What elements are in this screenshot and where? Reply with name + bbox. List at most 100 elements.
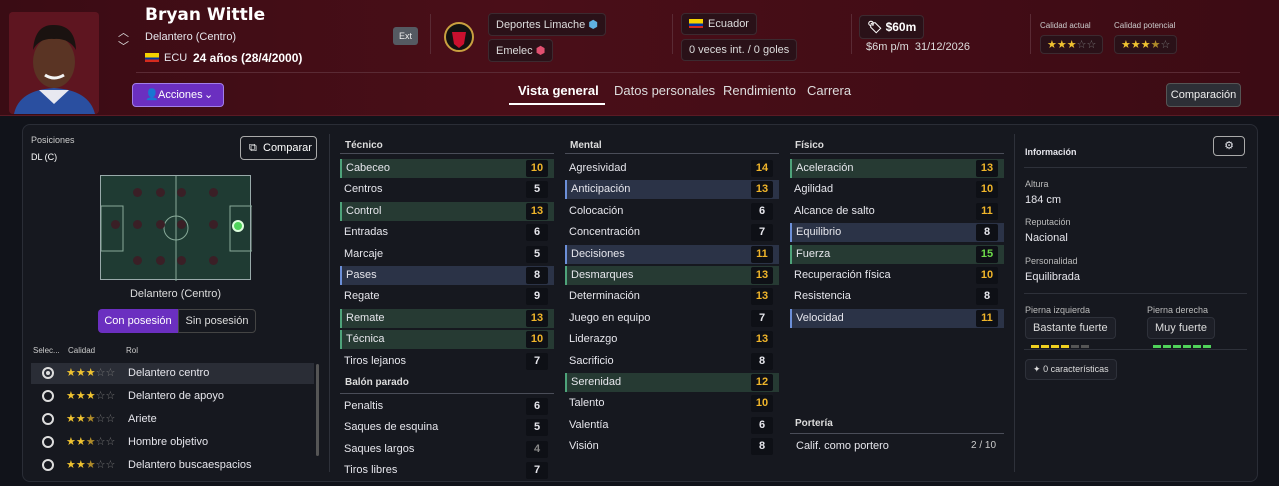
toggle-without-possession[interactable]: Sin posesión — [178, 309, 256, 333]
attribute-row[interactable]: Saques de esquina 5 — [340, 418, 554, 437]
attribute-row[interactable]: Concentración 7 — [565, 223, 779, 242]
height-label: Altura — [1025, 179, 1049, 189]
role-radio[interactable] — [42, 390, 54, 402]
info-title: Información — [1025, 147, 1077, 157]
attribute-value: 11 — [751, 245, 773, 263]
attribute-value: 4 — [526, 440, 548, 458]
attribute-value: 7 — [751, 224, 773, 242]
attribute-name: Recuperación física — [794, 269, 891, 281]
tab-career[interactable]: Carrera — [807, 83, 851, 98]
role-radio[interactable] — [42, 459, 54, 471]
attribute-row[interactable]: Cabeceo 10 — [340, 159, 554, 178]
role-row[interactable]: ★★★☆☆ Delantero de apoyo — [31, 386, 314, 407]
attribute-value: 7 — [751, 309, 773, 327]
tab-performance[interactable]: Rendimiento — [723, 83, 796, 98]
international-caps: 0 veces int. / 0 goles — [681, 39, 798, 61]
toggle-with-possession[interactable]: Con posesión — [98, 309, 178, 333]
tab-personal-data[interactable]: Datos personales — [614, 83, 715, 98]
attribute-value: 6 — [526, 398, 548, 415]
attribute-row[interactable]: Fuerza 15 — [790, 244, 1004, 264]
attribute-row[interactable]: Visión 8 — [565, 437, 779, 456]
attribute-row[interactable]: Serenidad 12 — [565, 373, 779, 392]
actions-button[interactable]: 👤 Acciones ⌄ — [132, 83, 224, 107]
attribute-row[interactable]: Resistencia 8 — [790, 287, 1004, 306]
ecuador-flag-icon — [145, 53, 159, 62]
nationality[interactable]: Ecuador — [681, 13, 757, 35]
attribute-value: 11 — [976, 309, 998, 327]
comparison-button[interactable]: Comparación — [1166, 83, 1241, 107]
role-row[interactable]: ★★★☆☆ Hombre objetivo — [31, 432, 314, 453]
club-secondary[interactable]: Emelec ⬢ — [488, 39, 554, 62]
traits-button[interactable]: ✦ 0 características — [1025, 359, 1117, 380]
col-role: Rol — [126, 346, 139, 355]
role-row[interactable]: ★★★☆☆ Ariete — [31, 409, 314, 430]
attribute-row[interactable]: Tiros libres 7 — [340, 461, 554, 480]
active-tab-indicator — [509, 103, 605, 105]
attribute-name: Colocación — [569, 204, 624, 217]
attribute-row[interactable]: Colocación 6 — [565, 202, 779, 221]
attribute-name: Centros — [344, 183, 383, 196]
club-primary[interactable]: Deportes Limache ⬢ — [488, 13, 606, 36]
role-row[interactable]: ★★★☆☆ Delantero buscaespacios — [31, 455, 314, 476]
reputation-label: Reputación — [1025, 217, 1071, 227]
club-crest-icon[interactable] — [444, 20, 474, 54]
attribute-row[interactable]: Marcaje 5 — [340, 245, 554, 264]
attribute-row[interactable]: Determinación 13 — [565, 287, 779, 306]
attribute-value: 8 — [976, 224, 998, 242]
left-foot-meter — [1031, 335, 1091, 353]
attribute-row[interactable]: Alcance de salto 11 — [790, 202, 1004, 221]
attribute-row[interactable]: Liderazgo 13 — [565, 330, 779, 349]
role-radio[interactable] — [42, 367, 54, 379]
attribute-row[interactable]: Decisiones 11 — [565, 244, 779, 264]
attribute-name: Valentía — [569, 418, 609, 431]
attribute-row[interactable]: Remate 13 — [340, 308, 554, 328]
attribute-name: Agresividad — [569, 162, 627, 174]
attribute-row[interactable]: Centros 5 — [340, 180, 554, 199]
ext-badge[interactable]: Ext — [393, 27, 418, 45]
attribute-row[interactable]: Agilidad 10 — [790, 180, 1004, 199]
attribute-value: 13 — [751, 267, 773, 284]
attribute-row[interactable]: Anticipación 13 — [565, 180, 779, 200]
section-physical: Físico — [795, 140, 824, 151]
role-radio[interactable] — [42, 436, 54, 448]
col-quality: Calidad — [68, 346, 96, 355]
attribute-row[interactable]: Tiros lejanos 7 — [340, 352, 554, 371]
attribute-value: 13 — [751, 331, 773, 349]
role-row[interactable]: ★★★☆☆ Delantero centro — [31, 363, 314, 384]
compare-button[interactable]: ⧉ Comparar — [240, 136, 317, 160]
attribute-row[interactable]: Desmarques 13 — [565, 266, 779, 285]
attribute-row[interactable]: Recuperación física 10 — [790, 266, 1004, 285]
role-radio[interactable] — [42, 413, 54, 425]
roles-scrollbar[interactable] — [316, 364, 319, 456]
role-quality-stars: ★★★☆☆ — [66, 459, 116, 471]
attribute-name: Aceleración — [796, 162, 854, 174]
attribute-name: Juego en equipo — [569, 311, 651, 324]
attribute-row[interactable]: Sacrificio 8 — [565, 352, 779, 371]
attribute-row[interactable]: Equilibrio 8 — [790, 223, 1004, 243]
col-select: Selec... — [33, 346, 60, 355]
tab-overview[interactable]: Vista general — [518, 83, 599, 98]
role-name: Delantero buscaespacios — [128, 459, 252, 471]
role-quality-stars: ★★★☆☆ — [66, 413, 116, 425]
attribute-row[interactable]: Saques largos 4 — [340, 440, 554, 459]
attribute-row[interactable]: Entradas 6 — [340, 223, 554, 242]
attribute-row[interactable]: Agresividad 14 — [565, 159, 779, 178]
foot-meter-segment — [1193, 345, 1201, 348]
attribute-value: 11 — [976, 202, 998, 220]
player-age: 24 años (28/4/2000) — [193, 51, 303, 65]
attribute-row[interactable]: Velocidad 11 — [790, 308, 1004, 328]
next-player-arrow-icon[interactable]: ﹀ — [118, 38, 129, 54]
position-pitch — [100, 175, 252, 281]
attribute-name: Cabeceo — [346, 162, 391, 174]
attribute-row[interactable]: Juego en equipo 7 — [565, 309, 779, 328]
ecuador-flag-icon — [689, 19, 703, 28]
attribute-row[interactable]: Regate 9 — [340, 287, 554, 306]
attribute-row[interactable]: Control 13 — [340, 201, 554, 221]
attribute-row[interactable]: Técnica 10 — [340, 330, 554, 350]
attribute-row[interactable]: Talento 10 — [565, 394, 779, 413]
attribute-row[interactable]: Penaltis 6 — [340, 397, 554, 416]
attribute-row[interactable]: Aceleración 13 — [790, 159, 1004, 178]
attribute-row[interactable]: Pases 8 — [340, 266, 554, 285]
settings-icon[interactable]: ⚙ — [1213, 136, 1245, 156]
attribute-row[interactable]: Valentía 6 — [565, 416, 779, 435]
